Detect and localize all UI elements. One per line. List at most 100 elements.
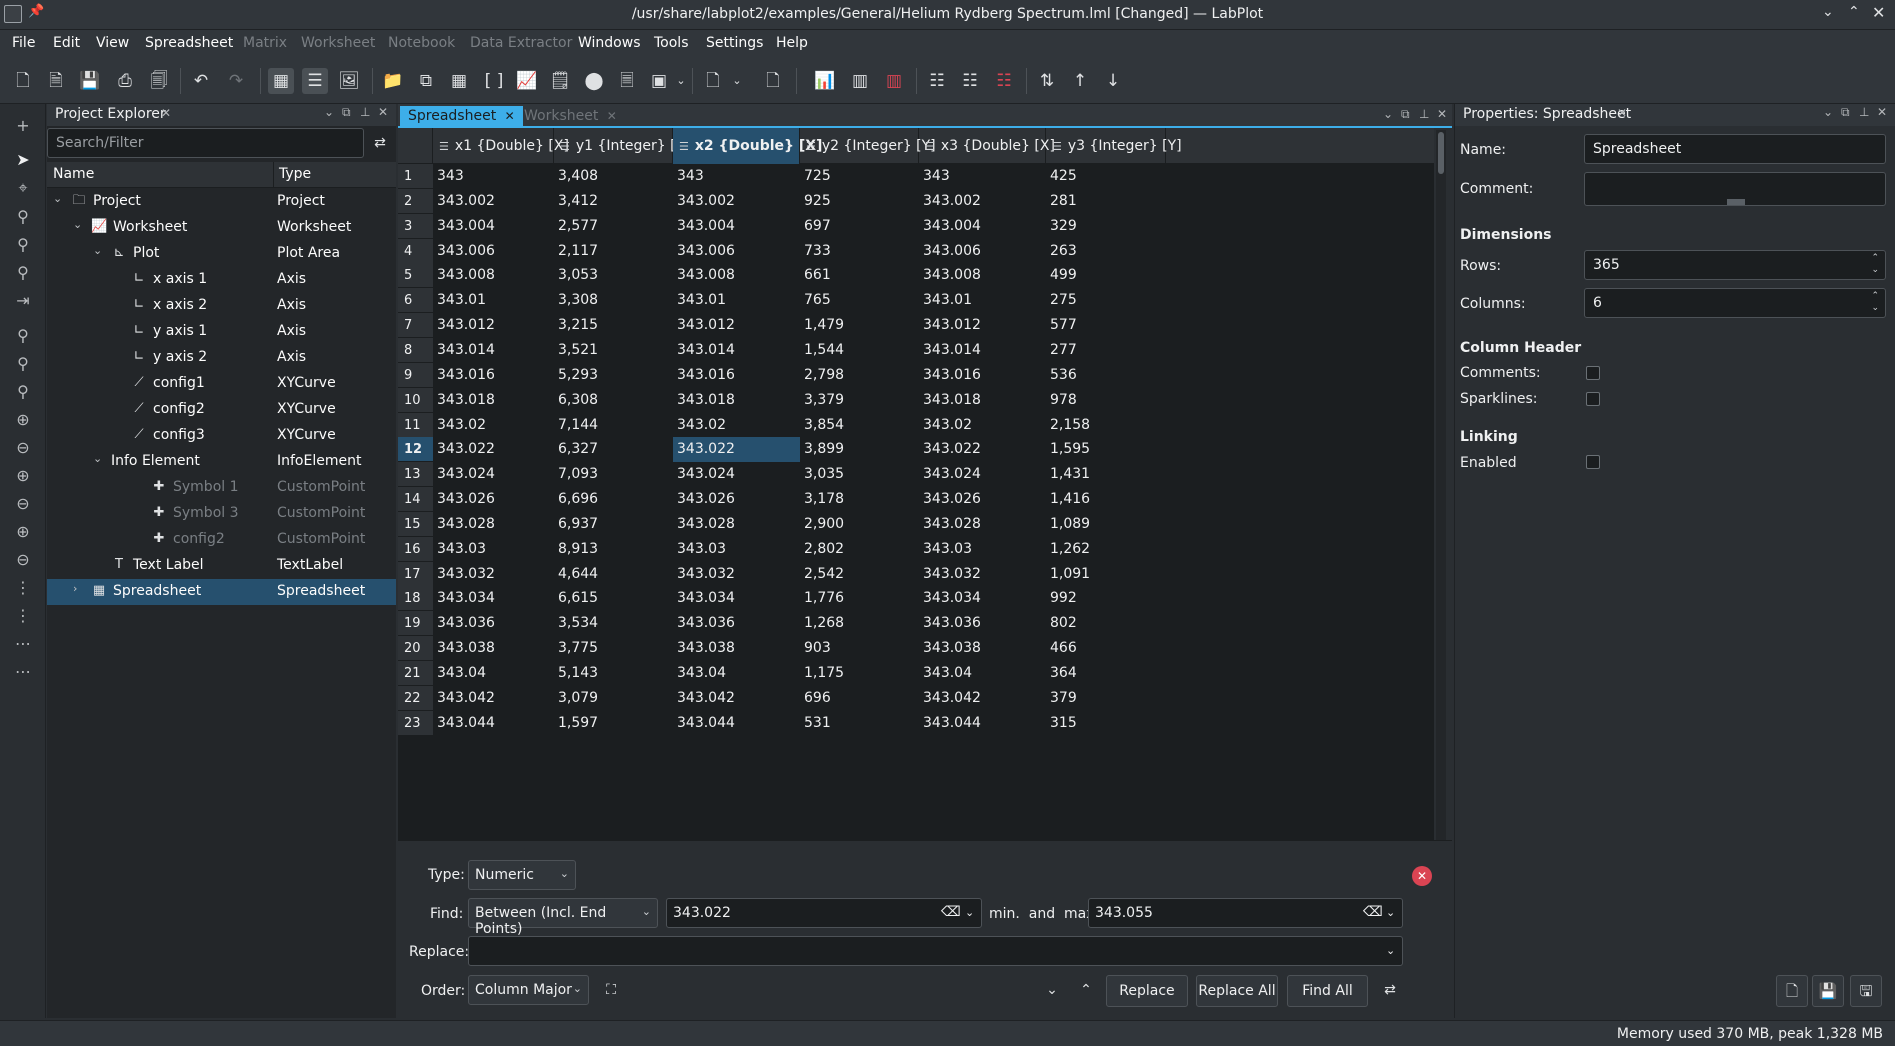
close-tab-icon[interactable]: ✕ <box>1617 106 1627 120</box>
row-header[interactable]: 9 <box>398 362 433 388</box>
chevron-down-icon[interactable]: ⌄ <box>1386 944 1395 957</box>
image-icon[interactable]: 🖼 <box>336 68 362 94</box>
table-cell[interactable]: 343.012 <box>433 313 554 338</box>
menu-item-notebook[interactable]: Notebook <box>388 35 455 51</box>
replace-button[interactable]: Replace <box>1106 975 1188 1007</box>
table-cell[interactable]: 343.018 <box>433 388 554 413</box>
crosshair-icon[interactable]: ⌖ <box>11 176 35 200</box>
tree-item[interactable]: ∟ y axis 2 Axis <box>47 345 396 371</box>
name-field[interactable]: Spreadsheet <box>1584 134 1886 164</box>
table-cell[interactable]: 3,379 <box>800 388 919 413</box>
table-cell[interactable]: 343.01 <box>433 288 554 313</box>
table-cell[interactable]: 343.04 <box>433 661 554 686</box>
column-header[interactable]: ☰ x1 {Double} [X] <box>433 128 569 164</box>
close-search-icon[interactable]: ✕ <box>1412 866 1432 886</box>
minimize-icon[interactable]: ⌄ <box>1822 4 1834 20</box>
find-next-icon[interactable]: ⌄ <box>1039 977 1065 1003</box>
table-cell[interactable]: 343.02 <box>919 413 1046 438</box>
close-document-icon[interactable]: 🗋 <box>760 68 786 94</box>
table-cell[interactable]: 1,262 <box>1046 537 1166 562</box>
chevron-right-icon[interactable]: › <box>73 582 77 595</box>
new-template-icon[interactable]: 🗋 <box>1776 975 1808 1007</box>
undo-icon[interactable]: ↶ <box>188 68 214 94</box>
zoom-out-x-icon[interactable]: ⊖ <box>11 492 35 516</box>
save-template-icon[interactable]: 💾 <box>1812 975 1844 1007</box>
zoom-y-select-icon[interactable]: ⚲ <box>11 261 35 285</box>
print-icon[interactable]: ⎙ <box>112 68 138 94</box>
table-cell[interactable]: 343.022 <box>433 437 554 462</box>
chevron-down-icon[interactable]: ⌄ <box>53 192 62 205</box>
table-cell[interactable]: 343.008 <box>919 263 1046 288</box>
sort-ascending-icon[interactable]: ↑ <box>1067 68 1093 94</box>
min-value-field[interactable]: 343.022 ⌫ ⌄ <box>666 898 982 928</box>
max-value-field[interactable]: 343.055 ⌫ ⌄ <box>1088 898 1403 928</box>
zoom-in-y-icon[interactable]: ⊕ <box>11 520 35 544</box>
float-icon[interactable]: ⧉ <box>342 105 351 120</box>
save-as-template-icon[interactable]: 🖫 <box>1850 975 1882 1007</box>
tab-spreadsheet[interactable]: Spreadsheet ✕ <box>400 106 523 128</box>
table-cell[interactable]: 343 <box>433 164 554 189</box>
table-cell[interactable]: 6,308 <box>554 388 673 413</box>
table-cell[interactable]: 343.01 <box>673 288 800 313</box>
row-header[interactable]: 2 <box>398 188 433 214</box>
table-cell[interactable]: 2,158 <box>1046 413 1166 438</box>
columns-spinbox[interactable]: 6 ⌃ ⌄ <box>1584 288 1886 318</box>
table-cell[interactable]: 1,089 <box>1046 512 1166 537</box>
replace-field[interactable]: ⌄ <box>468 936 1403 966</box>
table-cell[interactable]: 1,597 <box>554 711 673 736</box>
chevron-down-icon[interactable]: ⌄ <box>1823 105 1833 119</box>
pin-icon[interactable]: ⊥ <box>1419 107 1429 121</box>
table-cell[interactable]: 1,595 <box>1046 437 1166 462</box>
table-cell[interactable]: 343.038 <box>919 636 1046 661</box>
table-cell[interactable]: 3,215 <box>554 313 673 338</box>
table-cell[interactable]: 425 <box>1046 164 1166 189</box>
table-cell[interactable]: 466 <box>1046 636 1166 661</box>
table-cell[interactable]: 343.008 <box>433 263 554 288</box>
table-cell[interactable]: 343.016 <box>433 363 554 388</box>
table-cell[interactable]: 802 <box>1046 611 1166 636</box>
zoom-auto-x-icon[interactable]: ⚲ <box>11 352 35 376</box>
pin-icon[interactable]: ⊥ <box>1859 105 1869 119</box>
zoom-in-x-icon[interactable]: ⊕ <box>11 464 35 488</box>
close-tab-icon[interactable]: ✕ <box>607 109 617 123</box>
table-cell[interactable]: 343.004 <box>919 214 1046 239</box>
new-folder-icon[interactable]: 📁 <box>380 68 406 94</box>
menu-item-file[interactable]: File <box>12 35 35 51</box>
table-cell[interactable]: 903 <box>800 636 919 661</box>
table-cell[interactable]: 343.008 <box>673 263 800 288</box>
new-worksheet-icon[interactable]: 📈 <box>514 68 540 94</box>
table-cell[interactable]: 3,899 <box>800 437 919 462</box>
table-cell[interactable]: 3,534 <box>554 611 673 636</box>
table-cell[interactable]: 379 <box>1046 686 1166 711</box>
clear-field-icon[interactable]: ⌫ <box>1363 904 1383 920</box>
table-cell[interactable]: 343.044 <box>673 711 800 736</box>
table-cell[interactable]: 343.002 <box>433 189 554 214</box>
new-matrix-icon[interactable]: [ ] <box>481 68 507 94</box>
chevron-down-icon[interactable]: ⌄ <box>724 68 750 94</box>
menu-item-edit[interactable]: Edit <box>53 35 80 51</box>
table-cell[interactable]: 343.024 <box>433 462 554 487</box>
table-cell[interactable]: 343.014 <box>673 338 800 363</box>
row-header[interactable]: 8 <box>398 337 433 363</box>
table-cell[interactable]: 661 <box>800 263 919 288</box>
filter-settings-icon[interactable]: ⇄ <box>367 130 393 156</box>
row-header[interactable]: 22 <box>398 685 433 711</box>
open-project-icon[interactable]: 🗎 <box>43 68 69 94</box>
table-cell[interactable]: 343.002 <box>673 189 800 214</box>
add-element-icon[interactable]: + <box>11 114 35 138</box>
table-cell[interactable]: 343.026 <box>673 487 800 512</box>
name-column-header[interactable]: Name <box>53 166 94 182</box>
table-cell[interactable]: 3,775 <box>554 636 673 661</box>
tree-item[interactable]: ∟ x axis 1 Axis <box>47 267 396 293</box>
table-cell[interactable]: 1,431 <box>1046 462 1166 487</box>
table-cell[interactable]: 343.036 <box>673 611 800 636</box>
table-cell[interactable]: 343.004 <box>433 214 554 239</box>
resize-grip[interactable] <box>1727 199 1745 205</box>
column-menu-icon[interactable]: ☰ <box>925 140 935 153</box>
table-cell[interactable]: 343.04 <box>673 661 800 686</box>
chevron-down-icon[interactable]: ⌄ <box>324 105 334 119</box>
shift-right-icon[interactable]: ⋮ <box>11 604 35 628</box>
table-cell[interactable]: 697 <box>800 214 919 239</box>
table-cell[interactable]: 499 <box>1046 263 1166 288</box>
row-header[interactable]: 17 <box>398 561 433 587</box>
